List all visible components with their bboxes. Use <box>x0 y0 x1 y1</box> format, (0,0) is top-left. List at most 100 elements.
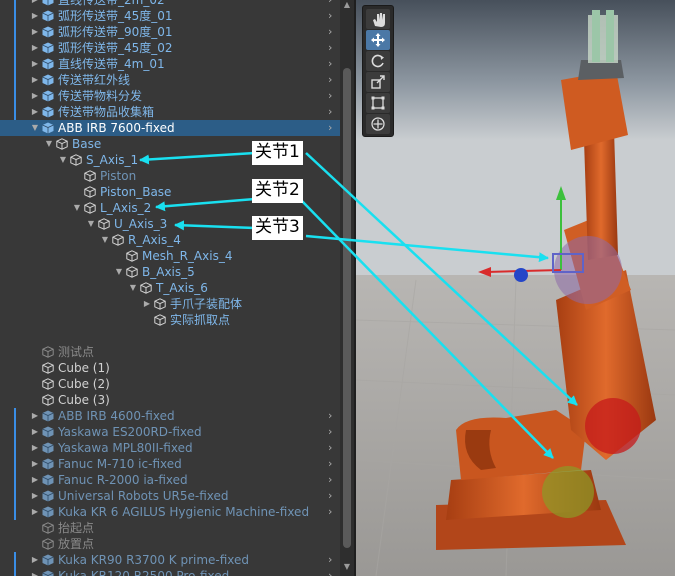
move-tool-button[interactable] <box>366 30 390 50</box>
open-prefab-chevron-icon[interactable]: › <box>328 0 332 8</box>
collapsed-arrow-icon[interactable]: ▶ <box>30 488 40 504</box>
open-prefab-chevron-icon[interactable]: › <box>328 40 332 56</box>
hierarchy-item-label: L_Axis_2 <box>100 201 152 215</box>
hierarchy-item[interactable]: ▶ Kuka KR120 R2500 Pro-fixed › <box>0 568 340 576</box>
scale-tool-button[interactable] <box>366 72 390 92</box>
prefab-override-marker <box>14 488 16 504</box>
rect-tool-button[interactable] <box>366 93 390 113</box>
open-prefab-chevron-icon[interactable]: › <box>328 24 332 40</box>
collapsed-arrow-icon[interactable]: ▶ <box>30 104 40 120</box>
open-prefab-chevron-icon[interactable]: › <box>328 504 332 520</box>
hierarchy-item[interactable]: ▶ 手爪子装配体 <box>0 296 340 312</box>
hierarchy-item[interactable]: ▶ 弧形传送带_90度_01 › <box>0 24 340 40</box>
hierarchy-item[interactable]: ▶ Kuka KR90 R3700 K prime-fixed › <box>0 552 340 568</box>
hierarchy-item[interactable]: ▶ Fanuc M-710 ic-fixed › <box>0 456 340 472</box>
hierarchy-item[interactable]: ▼ T_Axis_6 <box>0 280 340 296</box>
scene-view[interactable] <box>356 0 675 576</box>
gameobject-cube-icon <box>140 282 152 294</box>
scrollbar-thumb[interactable] <box>343 68 351 548</box>
hierarchy-item[interactable]: 测试点 <box>0 344 340 360</box>
scene-render <box>356 0 675 576</box>
hierarchy-item[interactable]: ▶ 传送带物料分发 › <box>0 88 340 104</box>
open-prefab-chevron-icon[interactable]: › <box>328 472 332 488</box>
collapsed-arrow-icon[interactable]: ▶ <box>142 296 152 312</box>
hierarchy-item[interactable]: ▼ B_Axis_5 <box>0 264 340 280</box>
collapsed-arrow-icon[interactable]: ▶ <box>30 40 40 56</box>
collapsed-arrow-icon[interactable]: ▶ <box>30 72 40 88</box>
expanded-arrow-icon[interactable]: ▼ <box>72 200 82 216</box>
collapsed-arrow-icon[interactable]: ▶ <box>30 472 40 488</box>
hierarchy-item[interactable]: Cube (1) <box>0 360 340 376</box>
open-prefab-chevron-icon[interactable]: › <box>328 56 332 72</box>
hierarchy-item[interactable]: ▶ Fanuc R-2000 ia-fixed › <box>0 472 340 488</box>
scale-tool-icon <box>371 75 385 89</box>
open-prefab-chevron-icon[interactable]: › <box>328 488 332 504</box>
hierarchy-item[interactable]: 放置点 <box>0 536 340 552</box>
prefab-cube-icon <box>42 410 54 422</box>
open-prefab-chevron-icon[interactable]: › <box>328 568 332 576</box>
collapsed-arrow-icon[interactable]: ▶ <box>30 424 40 440</box>
collapsed-arrow-icon[interactable]: ▶ <box>30 440 40 456</box>
hierarchy-item[interactable]: ▶ ABB IRB 4600-fixed › <box>0 408 340 424</box>
open-prefab-chevron-icon[interactable]: › <box>328 424 332 440</box>
collapsed-arrow-icon[interactable]: ▶ <box>30 504 40 520</box>
hierarchy-item[interactable]: ▶ 传送带物品收集箱 › <box>0 104 340 120</box>
collapsed-arrow-icon[interactable]: ▶ <box>30 456 40 472</box>
hierarchy-item[interactable]: Cube (3) <box>0 392 340 408</box>
open-prefab-chevron-icon[interactable]: › <box>328 408 332 424</box>
expanded-arrow-icon[interactable]: ▼ <box>100 232 110 248</box>
gameobject-cube-icon <box>84 186 96 198</box>
gameobject-cube-icon <box>98 218 110 230</box>
hierarchy-item[interactable]: ▼ ABB IRB 7600-fixed › <box>0 120 340 136</box>
hierarchy-scrollbar[interactable]: ▲ ▼ <box>340 0 354 576</box>
hierarchy-item[interactable]: Cube (2) <box>0 376 340 392</box>
hierarchy-item[interactable]: 抬起点 <box>0 520 340 536</box>
hierarchy-item[interactable]: ▶ 直线传送带_4m_01 › <box>0 56 340 72</box>
open-prefab-chevron-icon[interactable]: › <box>328 552 332 568</box>
hierarchy-item-label: 传送带物品收集箱 <box>58 105 155 119</box>
hierarchy-item[interactable]: 实际抓取点 <box>0 312 340 328</box>
hierarchy-item[interactable]: ▶ Universal Robots UR5e-fixed › <box>0 488 340 504</box>
expanded-arrow-icon[interactable]: ▼ <box>114 264 124 280</box>
hierarchy-item[interactable]: Mesh_R_Axis_4 <box>0 248 340 264</box>
collapsed-arrow-icon[interactable]: ▶ <box>30 8 40 24</box>
prefab-cube-icon <box>42 74 54 86</box>
open-prefab-chevron-icon[interactable]: › <box>328 8 332 24</box>
open-prefab-chevron-icon[interactable]: › <box>328 88 332 104</box>
expanded-arrow-icon[interactable]: ▼ <box>44 136 54 152</box>
collapsed-arrow-icon[interactable]: ▶ <box>30 552 40 568</box>
collapsed-arrow-icon[interactable]: ▶ <box>30 568 40 576</box>
expanded-arrow-icon[interactable]: ▼ <box>128 280 138 296</box>
hierarchy-item[interactable]: ▶ 传送带红外线 › <box>0 72 340 88</box>
collapsed-arrow-icon[interactable]: ▶ <box>30 88 40 104</box>
prefab-override-marker <box>14 24 16 40</box>
hierarchy-item[interactable]: ▶ 弧形传送带_45度_01 › <box>0 8 340 24</box>
prefab-cube-icon <box>42 442 54 454</box>
hierarchy-item[interactable]: ▶ 弧形传送带_45度_02 › <box>0 40 340 56</box>
hierarchy-item[interactable]: ▶ Yaskawa MPL80II-fixed › <box>0 440 340 456</box>
rotate-tool-button[interactable] <box>366 51 390 71</box>
collapsed-arrow-icon[interactable]: ▶ <box>30 24 40 40</box>
hierarchy-item[interactable]: ▶ Kuka KR 6 AGILUS Hygienic Machine-fixed… <box>0 504 340 520</box>
hand-tool-button[interactable] <box>366 9 390 29</box>
prefab-override-marker <box>14 408 16 424</box>
collapsed-arrow-icon[interactable]: ▶ <box>30 56 40 72</box>
expanded-arrow-icon[interactable]: ▼ <box>58 152 68 168</box>
scroll-down-arrow-icon[interactable]: ▼ <box>340 562 354 571</box>
open-prefab-chevron-icon[interactable]: › <box>328 72 332 88</box>
expanded-arrow-icon[interactable]: ▼ <box>30 120 40 136</box>
prefab-cube-icon <box>42 42 54 54</box>
prefab-cube-icon <box>42 506 54 518</box>
collapsed-arrow-icon[interactable]: ▶ <box>30 0 40 8</box>
open-prefab-chevron-icon[interactable]: › <box>328 104 332 120</box>
hierarchy-item-label: Kuka KR90 R3700 K prime-fixed <box>58 553 250 567</box>
open-prefab-chevron-icon[interactable]: › <box>328 440 332 456</box>
hierarchy-item[interactable]: ▶ Yaskawa ES200RD-fixed › <box>0 424 340 440</box>
transform-tool-button[interactable] <box>366 114 390 134</box>
expanded-arrow-icon[interactable]: ▼ <box>86 216 96 232</box>
open-prefab-chevron-icon[interactable]: › <box>328 456 332 472</box>
scroll-up-arrow-icon[interactable]: ▲ <box>340 0 354 9</box>
hierarchy-item[interactable]: ▶ 直线传送带_2m_02 › <box>0 0 340 8</box>
open-prefab-chevron-icon[interactable]: › <box>328 120 332 136</box>
collapsed-arrow-icon[interactable]: ▶ <box>30 408 40 424</box>
